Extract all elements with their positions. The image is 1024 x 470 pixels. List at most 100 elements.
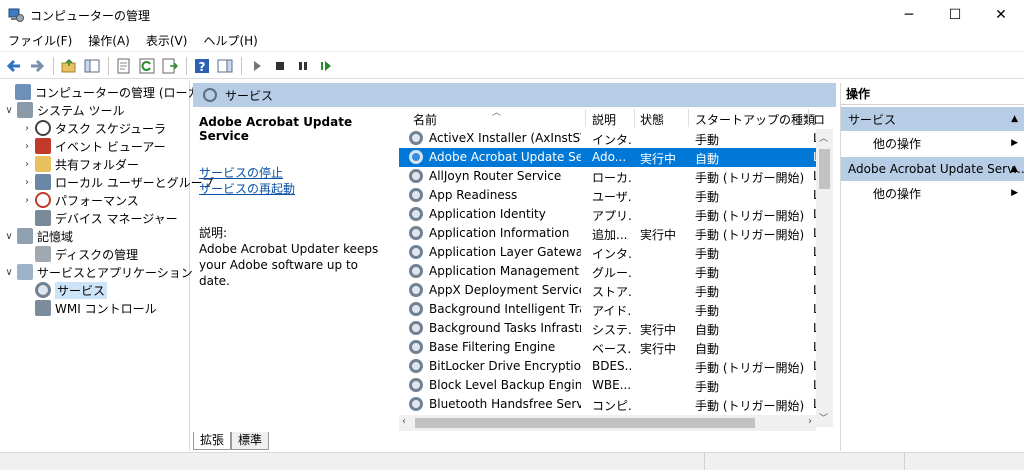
tree-item-system-tools[interactable]: ∨ システム ツール [4,101,124,119]
tree-chevron[interactable]: ∨ [4,267,14,278]
actions-title: 操作 [841,83,1024,105]
restart-service-icon[interactable] [315,55,337,77]
tree-chevron[interactable]: › [22,177,32,188]
tree-item-local-users-groups[interactable]: › ローカル ユーザーとグループ [22,173,214,191]
tree-item-shared-folders[interactable]: › 共有フォルダー [22,155,139,173]
service-row[interactable]: Block Level Backup Engine ...WBE...手動L [399,376,820,395]
shared-folder-icon [35,156,51,172]
service-startup-type-cell: 手動 [695,380,720,394]
service-description-cell: システ... [592,323,632,337]
restart-service-link[interactable]: サービスの再起動 [199,181,392,197]
scroll-right-icon[interactable]: › [808,416,812,427]
service-row[interactable]: Application Information 追加... 実行中 手動 (トリガー開… [399,224,820,243]
scroll-left-icon[interactable]: ‹ [402,416,406,427]
stop-service-icon[interactable] [269,55,291,77]
scrollbar-thumb[interactable] [819,149,830,189]
tree-chevron[interactable]: › [22,141,32,152]
stop-service-link[interactable]: サービスの停止 [199,165,392,181]
title-bar: コンピューターの管理 ─ ☐ ✕ [0,0,1024,30]
tree-item-disk-management[interactable]: ディスクの管理 [22,245,138,263]
back-icon[interactable] [3,55,25,77]
scroll-down-icon[interactable]: ﹀ [819,411,828,424]
more-actions-selected-service[interactable]: 他の操作 ▶ [841,181,1024,205]
service-row[interactable]: Background Intelligent Tran...アイド...手動L [399,300,820,319]
service-row[interactable]: BitLocker Drive Encryption ... BDES... 手動 … [399,357,820,376]
scrollbar-thumb[interactable] [415,418,755,428]
service-row[interactable]: Application Layer Gateway ...インタ...手動L [399,243,820,262]
service-row[interactable]: Adobe Acrobat Update Serv...Ado...実行中自動L [399,148,820,167]
service-name-cell: Bluetooth Handsfree Service [429,397,581,411]
console-tree: コンピューターの管理 (ローカル) ∨ システム ツール › タスク スケジュー… [0,81,216,451]
column-header-description[interactable]: 説明 [592,111,616,128]
menu-help[interactable]: ヘルプ(H) [195,32,265,49]
close-button[interactable]: ✕ [978,0,1024,30]
tree-chevron[interactable]: › [22,123,32,134]
column-header-logon[interactable]: ロ [813,111,825,128]
actions-section-services[interactable]: サービス ▲ [841,107,1024,131]
tree-item-performance[interactable]: › パフォーマンス [22,191,139,209]
help-icon[interactable]: ? [191,55,213,77]
computer-management-icon [8,7,24,23]
menu-file[interactable]: ファイル(F) [0,32,80,49]
tab-standard[interactable]: 標準 [231,432,270,450]
users-icon [35,174,51,190]
properties-icon[interactable] [113,55,135,77]
tree-item-services-and-applications[interactable]: ∨ サービスとアプリケーション [4,263,193,281]
services-applications-icon [17,264,33,280]
service-row[interactable]: AppX Deployment Service (...ストア...手動L [399,281,820,300]
service-status-cell: 実行中 [640,152,677,166]
menu-action[interactable]: 操作(A) [80,32,138,49]
start-service-icon[interactable] [246,55,268,77]
tree-item-event-viewer[interactable]: › イベント ビューアー [22,137,166,155]
vertical-scrollbar[interactable]: ︿ ﹀ [816,129,833,427]
toolbar-separator [53,56,54,75]
maximize-button[interactable]: ☐ [932,0,978,30]
service-row[interactable]: Bluetooth Handsfree Service コンピ... 手動 (トリガ… [399,395,820,414]
tree-chevron[interactable]: › [22,195,32,206]
minimize-button[interactable]: ─ [886,0,932,30]
service-detail-panel: Adobe Acrobat Update Service サービスの停止 サービ… [193,107,398,432]
tab-extended[interactable]: 拡張 [193,432,232,450]
tree-chevron[interactable]: › [22,159,32,170]
service-name-cell: Block Level Backup Engine ... [429,378,581,392]
forward-icon[interactable] [26,55,48,77]
service-row[interactable]: Base Filtering Engineベース...実行中自動L [399,338,820,357]
tree-item-computer-management[interactable]: コンピューターの管理 (ローカル) [2,83,216,101]
service-row[interactable]: Background Tasks Infrastruc... システ... 実行中 自… [399,319,820,338]
tree-item-storage[interactable]: ∨ 記憶域 [4,227,73,245]
up-folder-icon[interactable] [58,55,80,77]
menu-bar: ファイル(F) 操作(A) 表示(V) ヘルプ(H) [0,30,1024,52]
tree-item-task-scheduler[interactable]: › タスク スケジューラ [22,119,166,137]
column-divider[interactable] [688,109,689,127]
collapse-icon[interactable]: ▲ [1011,114,1018,124]
column-divider[interactable] [634,109,635,127]
column-header-status[interactable]: 状態 [640,111,664,128]
collapse-icon[interactable]: ▲ [1011,164,1018,174]
more-actions-services[interactable]: 他の操作 ▶ [841,131,1024,155]
column-header-name[interactable]: 名前 [413,111,437,128]
column-divider[interactable] [585,109,586,127]
show-hide-tree-icon[interactable] [81,55,103,77]
horizontal-scrollbar[interactable]: ‹ › [399,415,816,431]
service-row[interactable]: App Readinessユーザ...手動L [399,186,820,205]
services-list: ︿ 名前 説明 状態 スタートアップの種類 ロ ActiveX Installe… [399,107,836,427]
export-list-icon[interactable] [159,55,181,77]
menu-view[interactable]: 表示(V) [138,32,196,49]
service-name-cell: App Readiness [429,188,518,202]
service-row[interactable]: ActiveX Installer (AxInstSV)インタ...手動L [399,129,820,148]
column-divider[interactable] [808,109,809,127]
tree-chevron[interactable]: ∨ [4,105,14,116]
show-hide-action-pane-icon[interactable] [214,55,236,77]
scroll-up-icon[interactable]: ︿ [819,131,828,144]
service-row[interactable]: Application Identityアプリ...手動 (トリガー開始)L [399,205,820,224]
refresh-icon[interactable] [136,55,158,77]
pause-service-icon[interactable] [292,55,314,77]
actions-section-selected-service[interactable]: Adobe Acrobat Update Serv... ▲ [841,157,1024,181]
service-row[interactable]: AllJoyn Router Serviceローカ...手動 (トリガー開始)L [399,167,820,186]
tree-item-wmi-control[interactable]: WMI コントロール [22,299,157,317]
tree-item-services[interactable]: サービス [22,281,108,299]
tree-item-device-manager[interactable]: デバイス マネージャー [22,209,178,227]
column-header-startup-type[interactable]: スタートアップの種類 [695,111,815,128]
tree-chevron[interactable]: ∨ [4,231,14,242]
service-row[interactable]: Application Managementグルー...手動L [399,262,820,281]
